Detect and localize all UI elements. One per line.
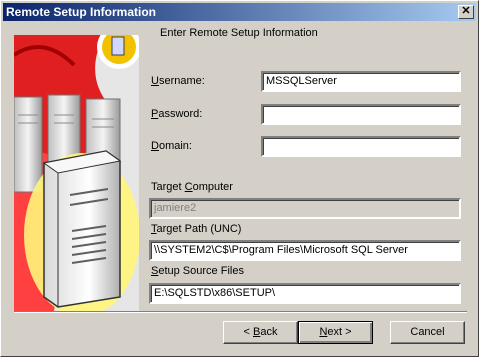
username-label: Username:: [151, 75, 205, 87]
target-computer-field: jamiere2: [149, 198, 461, 219]
remote-setup-dialog: Remote Setup Information ✕ Enter Remote …: [0, 0, 479, 357]
domain-field[interactable]: [261, 136, 461, 157]
target-path-field[interactable]: \\SYSTEM2\C$\Program Files\Microsoft SQL…: [149, 240, 461, 261]
server-illustration: [14, 35, 139, 311]
title-bar: Remote Setup Information ✕: [3, 3, 476, 21]
password-label: Password:: [151, 108, 203, 120]
button-separator: [14, 311, 467, 313]
back-button[interactable]: < Back: [223, 321, 298, 344]
password-field[interactable]: [261, 104, 461, 125]
username-field[interactable]: MSSQLServer: [261, 71, 461, 92]
close-icon: ✕: [461, 5, 471, 17]
dialog-header: Enter Remote Setup Information: [160, 27, 318, 39]
close-button[interactable]: ✕: [458, 5, 474, 19]
server-art-icon: [14, 35, 139, 311]
target-path-label: Target Path (UNC): [151, 223, 242, 235]
window-title: Remote Setup Information: [6, 5, 157, 19]
setup-source-field[interactable]: E:\SQLSTD\x86\SETUP\: [149, 283, 461, 304]
next-button[interactable]: Next >: [298, 321, 373, 344]
domain-label: Domain:: [151, 140, 192, 152]
target-computer-label: Target Computer: [151, 181, 233, 193]
setup-source-label: Setup Source Files: [151, 265, 244, 277]
cancel-button[interactable]: Cancel: [390, 321, 465, 344]
